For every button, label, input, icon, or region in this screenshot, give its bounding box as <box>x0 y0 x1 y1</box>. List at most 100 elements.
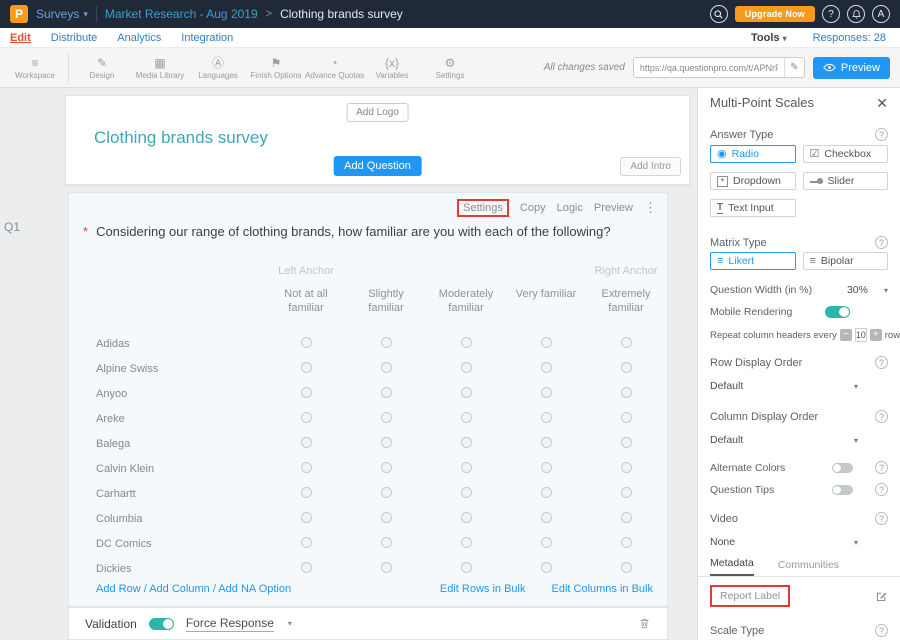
column-header[interactable]: Extremely familiar <box>586 287 666 316</box>
radio-button[interactable] <box>461 487 472 498</box>
answer-type-radio[interactable]: ◉ Radio <box>710 145 796 163</box>
radio-button[interactable] <box>461 512 472 523</box>
radio-button[interactable] <box>461 362 472 373</box>
video-select[interactable]: None ▾ <box>710 536 888 548</box>
edit-url-icon[interactable]: ✎ <box>784 58 804 77</box>
question-width-value[interactable]: 30% <box>847 284 868 296</box>
avatar[interactable]: A <box>872 5 890 23</box>
matrix-row-label[interactable]: Balega <box>96 438 266 450</box>
question-copy-button[interactable]: Copy <box>520 202 546 214</box>
radio-button[interactable] <box>461 387 472 398</box>
minus-button[interactable]: − <box>840 329 852 341</box>
surveys-menu[interactable]: Surveys ▾ <box>36 7 88 21</box>
radio-button[interactable] <box>621 537 632 548</box>
radio-button[interactable] <box>381 412 392 423</box>
delete-question-icon[interactable] <box>638 617 651 630</box>
tools-menu[interactable]: Tools ▾ <box>751 32 787 44</box>
radio-button[interactable] <box>541 487 552 498</box>
radio-button[interactable] <box>621 562 632 573</box>
radio-button[interactable] <box>301 512 312 523</box>
add-na-option-link[interactable]: Add NA Option <box>218 583 291 595</box>
help-icon[interactable]: ? <box>875 624 888 637</box>
report-label-field[interactable]: Report Label <box>710 585 790 607</box>
radio-button[interactable] <box>461 337 472 348</box>
radio-button[interactable] <box>621 387 632 398</box>
radio-button[interactable] <box>301 462 312 473</box>
answer-type-slider[interactable]: Slider <box>803 172 889 190</box>
radio-button[interactable] <box>381 387 392 398</box>
toolbar-item-workspace[interactable]: ≡ Workspace <box>6 56 64 80</box>
radio-button[interactable] <box>541 462 552 473</box>
tab-distribute[interactable]: Distribute <box>51 32 97 44</box>
mobile-rendering-toggle[interactable] <box>825 306 850 318</box>
radio-button[interactable] <box>461 462 472 473</box>
add-intro-button[interactable]: Add Intro <box>620 157 681 176</box>
radio-button[interactable] <box>541 412 552 423</box>
radio-button[interactable] <box>621 462 632 473</box>
search-icon[interactable] <box>710 5 728 23</box>
toolbar-item-media-library[interactable]: ▦ Media Library <box>131 56 189 80</box>
radio-button[interactable] <box>461 412 472 423</box>
radio-button[interactable] <box>541 362 552 373</box>
breadcrumb-project[interactable]: Market Research - Aug 2019 <box>105 7 258 21</box>
radio-button[interactable] <box>381 437 392 448</box>
help-icon[interactable]: ? <box>875 356 888 369</box>
radio-button[interactable] <box>301 487 312 498</box>
matrix-type-likert[interactable]: ≡ Likert <box>710 252 796 270</box>
add-question-button[interactable]: Add Question <box>333 156 422 176</box>
radio-button[interactable] <box>301 362 312 373</box>
radio-button[interactable] <box>621 437 632 448</box>
tab-communities[interactable]: Communities <box>778 559 839 576</box>
edit-columns-in-bulk-link[interactable]: Edit Columns in Bulk <box>552 583 654 595</box>
matrix-row-label[interactable]: Areke <box>96 413 266 425</box>
radio-button[interactable] <box>541 537 552 548</box>
radio-button[interactable] <box>301 387 312 398</box>
radio-button[interactable] <box>301 562 312 573</box>
radio-button[interactable] <box>621 362 632 373</box>
radio-button[interactable] <box>381 337 392 348</box>
tab-integration[interactable]: Integration <box>181 32 233 44</box>
question-tips-toggle[interactable] <box>832 485 853 495</box>
radio-button[interactable] <box>621 487 632 498</box>
question-settings-button[interactable]: Settings <box>457 199 509 217</box>
toolbar-item-variables[interactable]: {x} Variables <box>363 56 421 80</box>
validation-type-dropdown[interactable]: Force Response <box>186 616 274 632</box>
radio-button[interactable] <box>541 512 552 523</box>
question-text[interactable]: Considering our range of clothing brands… <box>96 224 611 239</box>
edit-rows-in-bulk-link[interactable]: Edit Rows in Bulk <box>440 583 526 595</box>
radio-button[interactable] <box>301 537 312 548</box>
matrix-row-label[interactable]: Alpine Swiss <box>96 363 266 375</box>
answer-type-text-input[interactable]: T Text Input <box>710 199 796 217</box>
matrix-row-label[interactable]: Carhartt <box>96 488 266 500</box>
toolbar-item-finish-options[interactable]: ⚑ Finish Options <box>247 56 305 80</box>
row-display-order-select[interactable]: Default ▾ <box>710 380 888 392</box>
close-icon[interactable]: ✕ <box>876 96 888 110</box>
tab-analytics[interactable]: Analytics <box>117 32 161 44</box>
column-display-order-select[interactable]: Default ▾ <box>710 434 888 446</box>
column-header[interactable]: Moderately familiar <box>426 287 506 316</box>
add-row-link[interactable]: Add Row <box>96 583 141 595</box>
add-column-link[interactable]: Add Column <box>149 583 210 595</box>
matrix-row-label[interactable]: Adidas <box>96 338 266 350</box>
survey-url-input[interactable] <box>634 63 784 73</box>
toolbar-item-design[interactable]: ✎ Design <box>73 56 131 80</box>
responses-link[interactable]: Responses: 28 <box>813 32 886 44</box>
radio-button[interactable] <box>621 412 632 423</box>
toolbar-item-settings[interactable]: ⚙ Settings <box>421 56 479 80</box>
more-options-icon[interactable]: ⋮ <box>644 200 657 216</box>
column-header[interactable]: Slightly familiar <box>346 287 426 316</box>
alternate-colors-toggle[interactable] <box>832 463 853 473</box>
plus-button[interactable]: + <box>870 329 882 341</box>
radio-button[interactable] <box>621 337 632 348</box>
radio-button[interactable] <box>541 437 552 448</box>
radio-button[interactable] <box>301 337 312 348</box>
radio-button[interactable] <box>381 362 392 373</box>
radio-button[interactable] <box>381 512 392 523</box>
radio-button[interactable] <box>461 537 472 548</box>
radio-button[interactable] <box>301 412 312 423</box>
upgrade-now-button[interactable]: Upgrade Now <box>735 6 815 22</box>
edit-report-label-icon[interactable] <box>875 590 888 603</box>
help-icon[interactable]: ? <box>875 236 888 249</box>
help-icon[interactable]: ? <box>875 410 888 423</box>
matrix-row-label[interactable]: Calvin Klein <box>96 463 266 475</box>
